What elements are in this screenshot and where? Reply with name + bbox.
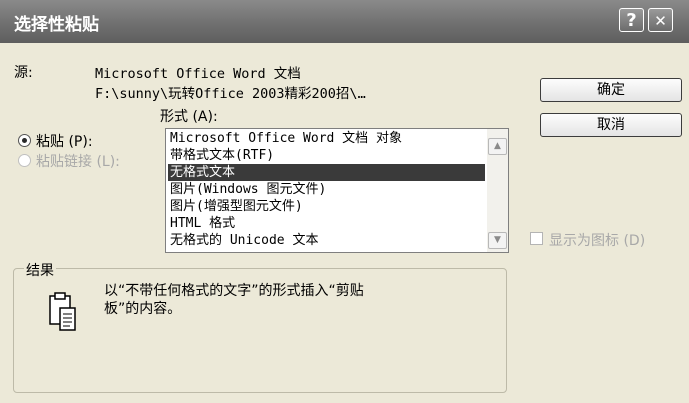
- list-item[interactable]: 图片(Windows 图元文件): [168, 181, 485, 198]
- window-title: 选择性粘贴: [14, 15, 99, 35]
- listbox-scrollbar[interactable]: ▲ ▼: [487, 129, 508, 252]
- display-as-icon-checkbox[interactable]: [530, 232, 543, 245]
- result-text-line1: 以“不带任何格式的文字”的形式插入“剪贴: [104, 283, 364, 299]
- paste-radio-label: 粘贴 (P):: [36, 134, 93, 150]
- list-item[interactable]: 带格式文本(RTF): [168, 147, 485, 164]
- result-text-line2: 板”的内容。: [104, 301, 182, 317]
- help-button[interactable]: ?: [619, 8, 644, 32]
- paste-radio[interactable]: [18, 134, 31, 147]
- list-item[interactable]: 图片(增强型图元文件): [168, 198, 485, 215]
- format-label: 形式 (A):: [160, 109, 218, 125]
- ok-button[interactable]: 确定: [540, 78, 682, 102]
- cancel-button[interactable]: 取消: [540, 113, 682, 137]
- source-name: Microsoft Office Word 文档: [95, 66, 301, 82]
- source-label: 源:: [14, 65, 33, 81]
- list-item[interactable]: HTML 格式: [168, 215, 485, 232]
- result-label: 结果: [24, 260, 56, 280]
- display-as-icon-label: 显示为图标 (D): [549, 233, 646, 249]
- format-listbox[interactable]: Microsoft Office Word 文档 对象 带格式文本(RTF) 无…: [165, 128, 509, 253]
- clipboard-paste-icon: [48, 290, 78, 334]
- scroll-up-icon[interactable]: ▲: [488, 138, 507, 155]
- source-path: F:\sunny\玩转Office 2003精彩200招\…: [95, 86, 366, 102]
- close-button[interactable]: ✕: [648, 8, 673, 32]
- paste-link-radio[interactable]: [18, 154, 31, 167]
- paste-link-radio-label: 粘贴链接 (L):: [36, 154, 120, 170]
- scroll-down-icon[interactable]: ▼: [488, 232, 507, 249]
- title-bar: 选择性粘贴 ? ✕: [0, 0, 689, 43]
- list-item[interactable]: Microsoft Office Word 文档 对象: [168, 130, 485, 147]
- list-item-selected[interactable]: 无格式文本: [168, 164, 485, 181]
- list-item[interactable]: 无格式的 Unicode 文本: [168, 232, 485, 249]
